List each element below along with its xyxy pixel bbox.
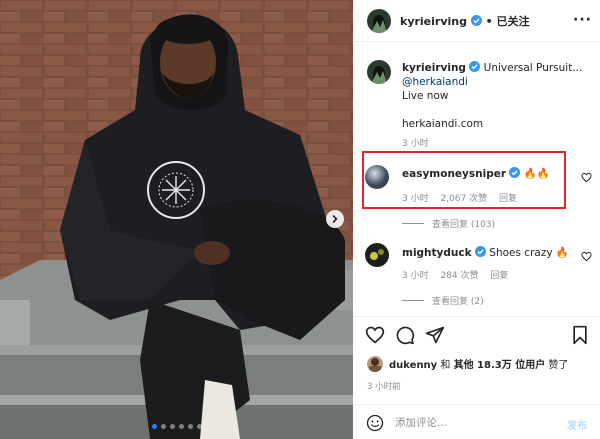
comment-text: Shoes crazy 🔥 xyxy=(489,247,569,259)
liked-by-others[interactable]: 其他 18.3万 位用户 xyxy=(454,360,546,371)
verified-icon xyxy=(469,61,481,72)
post-header: kyrieirving • 已关注 ··· xyxy=(353,0,600,42)
liked-by-suffix: 赞了 xyxy=(548,360,569,371)
post-timestamp: 3 小时前 xyxy=(367,382,401,392)
post-photo xyxy=(0,0,353,439)
carousel-dot xyxy=(178,424,184,429)
liker-avatar[interactable] xyxy=(367,356,383,372)
header-author-line: kyrieirving • 已关注 xyxy=(400,13,530,29)
share-icon[interactable] xyxy=(425,325,445,345)
comment-time: 3 小时 xyxy=(402,271,429,281)
verified-icon xyxy=(470,15,482,26)
caption-website: herkaiandi.com xyxy=(402,118,484,130)
following-button[interactable]: 已关注 xyxy=(497,15,530,28)
heart-icon[interactable] xyxy=(365,325,385,345)
post-comment-button[interactable]: 发布 xyxy=(567,417,587,432)
add-comment-bar: 发布 xyxy=(353,404,600,439)
post-panel: kyrieirving • 已关注 ··· kyrieirving Univer… xyxy=(353,0,600,439)
comment-username[interactable]: mightyduck xyxy=(402,247,472,259)
next-arrow-icon xyxy=(332,215,338,223)
comment-avatar[interactable] xyxy=(365,243,389,267)
comment-meta: 3 小时 2,067 次赞 回复 xyxy=(402,191,526,204)
author-username[interactable]: kyrieirving xyxy=(400,15,467,28)
comment-input[interactable] xyxy=(395,413,545,433)
comment-meta: 3 小时 284 次赞 回复 xyxy=(402,268,517,281)
action-bar xyxy=(353,316,600,352)
view-replies-link[interactable]: 查看回复 (103) xyxy=(402,217,495,230)
reply-button[interactable]: 回复 xyxy=(499,194,517,204)
caption-text: Universal Pursuit... xyxy=(483,62,583,74)
carousel-indicator xyxy=(0,424,353,429)
caption-time: 3 小时 xyxy=(402,139,429,149)
comment-avatar[interactable] xyxy=(365,165,389,189)
liker-username[interactable]: dukenny xyxy=(389,360,437,371)
comment-likes[interactable]: 284 次赞 xyxy=(440,271,478,281)
caption-username[interactable]: kyrieirving xyxy=(402,62,466,74)
liked-by-and: 和 xyxy=(440,360,451,371)
more-icon[interactable]: ··· xyxy=(573,12,592,28)
emoji-icon[interactable] xyxy=(366,414,384,432)
view-replies-label: 查看回复 (103) xyxy=(432,220,496,230)
view-replies-label: 查看回复 (2) xyxy=(432,297,484,307)
liked-by: dukenny 和 其他 18.3万 位用户 赞了 xyxy=(367,356,568,372)
follow-separator: • xyxy=(485,15,493,28)
heart-icon[interactable] xyxy=(581,172,592,183)
comment-line: mightyduck Shoes crazy 🔥 xyxy=(402,246,569,259)
carousel-dot xyxy=(151,424,157,429)
carousel-dot xyxy=(160,424,166,429)
caption-mention-link[interactable]: @herkaiandi xyxy=(402,75,592,89)
comment-username[interactable]: easymoneysniper xyxy=(402,168,506,180)
view-replies-link[interactable]: 查看回复 (2) xyxy=(402,294,484,307)
comment-likes[interactable]: 2,067 次赞 xyxy=(440,194,487,204)
caption-avatar[interactable] xyxy=(367,60,391,84)
next-slide-button[interactable] xyxy=(326,210,344,228)
author-avatar[interactable] xyxy=(367,9,391,33)
carousel-dot xyxy=(187,424,193,429)
comment-text: 🔥🔥 xyxy=(523,168,550,180)
comment-time: 3 小时 xyxy=(402,194,429,204)
carousel-dot xyxy=(169,424,175,429)
comment-line: easymoneysniper 🔥🔥 xyxy=(402,167,550,180)
verified-icon xyxy=(474,246,486,257)
caption-line-live: Live now xyxy=(402,90,449,102)
reply-button[interactable]: 回复 xyxy=(490,271,508,281)
carousel-dot xyxy=(196,424,202,429)
verified-icon xyxy=(509,167,521,178)
comment-icon[interactable] xyxy=(395,325,415,345)
save-icon[interactable] xyxy=(570,325,590,345)
heart-icon[interactable] xyxy=(581,251,592,262)
